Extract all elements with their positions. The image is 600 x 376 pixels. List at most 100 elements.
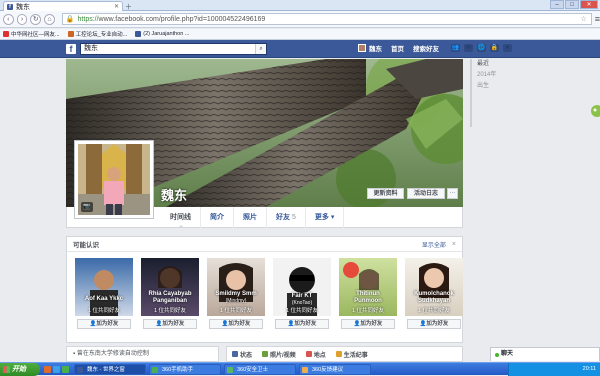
year-item[interactable]: 2014年 [477,70,515,81]
address-bar[interactable]: 🔒 https://www.facebook.com/profile.php?i… [61,13,592,25]
add-friend-button[interactable]: 👤加为好友 [143,319,197,329]
windows-taskbar: 开始 魏东 - 世界之窗 360手机助手 360安全卫士 360反馈建议 20:… [0,362,600,376]
phone-assistant-icon [152,367,158,373]
camera-icon[interactable]: 📷 [81,202,93,212]
tab-title: 魏东 [16,3,30,11]
home-icon[interactable]: ⌂ [44,13,55,25]
person-photo[interactable]: Fair KT (KnoTao) 1 位共同好友 [273,258,331,316]
profile-link[interactable]: 魏东 [358,43,382,53]
person-name[interactable]: Aof Kaa Ykkc [75,296,133,302]
bookmark-star-icon[interactable]: ☆ [580,15,586,23]
person-photo[interactable]: Aof Kaa Ykkc 1 位共同好友 [75,258,133,316]
mutual-friends[interactable]: 1 位共同好友 [141,306,199,314]
close-icon[interactable]: × [452,241,456,248]
tab-friends[interactable]: 好友 5 [267,207,306,228]
add-friend-button[interactable]: 👤加为好友 [275,319,329,329]
people-you-may-know: 可能认识 显示全部 × Aof Kaa Ykkc 1 位共同好友 👤加为好友 R… [66,236,463,343]
taskbar-item[interactable]: 360反馈建议 [299,364,371,375]
add-friend-button[interactable]: 👤加为好友 [407,319,461,329]
browser-menu-icon[interactable]: ≡ [595,14,600,24]
quicklaunch-icon[interactable] [62,366,69,373]
more-options-button[interactable]: ··· [447,188,458,199]
composer-photo-tab[interactable]: 照片/视频 [262,350,296,359]
notifications-icon[interactable]: 🌐 [477,44,486,52]
person-name-line2[interactable]: (Mindmy) [207,298,265,304]
start-button[interactable]: 开始 [0,363,40,376]
person-name-line2[interactable]: Sudkhayan [405,298,463,304]
bookmark-item[interactable]: 工控论坛_专业自动... [67,30,127,38]
feedback-icon [302,367,308,373]
taskbar-item[interactable]: 360手机助手 [149,364,221,375]
bookmark-item[interactable]: 中华网社区—网友... [3,30,60,38]
forward-icon[interactable]: › [16,13,28,25]
close-window-button[interactable]: ✕ [580,0,598,9]
privacy-lock-icon[interactable]: 🔒 [490,44,499,52]
activity-log-button[interactable]: 活动日志 [407,188,445,199]
mutual-friends[interactable]: 1 位共同好友 [273,306,331,314]
friend-requests-icon[interactable]: 👥 [451,44,460,52]
tab-more[interactable]: 更多 ▾ [306,207,345,228]
year-item[interactable]: 出生 [477,81,515,92]
person-card: Aof Kaa Ykkc 1 位共同好友 👤加为好友 [75,258,133,338]
security-guard-icon [227,367,233,373]
jewel-icons: 👥 ✉ 🌐 🔒 ▾ [451,44,512,52]
tab-photos[interactable]: 照片 [234,207,267,228]
browser-tab[interactable]: f 魏东 ✕ [3,1,123,11]
person-name[interactable]: Fair KT [273,293,331,299]
quicklaunch-icon[interactable] [44,366,51,373]
person-name-line2[interactable]: Panganiban [141,298,199,304]
minimize-button[interactable]: – [550,0,564,9]
refresh-icon[interactable]: ↻ [30,13,42,25]
desktop-widget-icon[interactable] [589,100,600,122]
person-photo[interactable]: Smildmy Smm (Mindmy) 1 位共同好友 [207,258,265,316]
find-friends-link[interactable]: 搜索好友 [413,43,439,53]
tab-timeline[interactable]: 时间线 [161,207,201,228]
person-card: Thitinun Punmoon 1 位共同好友 👤加为好友 [339,258,397,338]
facebook-logo-icon[interactable]: f [66,44,76,54]
search-icon[interactable]: ⌕ [255,44,266,54]
maximize-button[interactable]: □ [565,0,579,9]
see-all-link[interactable]: 显示全部 [422,240,446,249]
person-name[interactable]: Thitinun [339,291,397,297]
tray-clock[interactable]: 20:11 [583,366,596,372]
tab-friends-label: 好友 [276,214,290,221]
update-info-button[interactable]: 更新资料 [367,188,404,199]
taskbar-item[interactable]: 360安全卫士 [224,364,296,375]
home-link[interactable]: 首页 [391,43,404,53]
person-photo[interactable]: Kumolchanok Sudkhayan 1 位共同好友 [405,258,463,316]
add-friend-button[interactable]: 👤加为好友 [209,319,263,329]
mutual-friends[interactable]: 1 位共同好友 [405,306,463,314]
add-friend-button[interactable]: 👤加为好友 [341,319,395,329]
year-item[interactable]: 最近 [477,59,515,70]
taskbar-item[interactable]: 魏东 - 世界之窗 [74,364,146,375]
person-name[interactable]: Smildmy Smm [207,291,265,297]
chat-sidebar-bar[interactable]: 聊天 [490,347,600,361]
profile-tabs: 时间线 简介 照片 好友 5 更多 ▾ [161,207,345,228]
composer-status-tab[interactable]: 状态 [232,350,252,359]
composer-life-event-tab[interactable]: 生活纪事 [335,350,368,359]
friends-count: 5 [292,214,296,221]
person-photo[interactable]: Rhia Cayabyab Panganiban 1 位共同好友 [141,258,199,316]
person-name[interactable]: Rhia Cayabyab [141,291,199,297]
settings-icon[interactable]: ▾ [503,44,512,52]
person-name-line2[interactable]: Punmoon [339,298,397,304]
bookmark-item[interactable]: (2) Jaruajanthon ... [135,31,189,37]
mutual-friends[interactable]: 1 位共同好友 [339,306,397,314]
person-name[interactable]: Kumolchanok [405,291,463,297]
search-input[interactable]: 魏东 [80,43,267,55]
quicklaunch-icon[interactable] [53,366,60,373]
profile-picture[interactable]: 📷 [74,140,154,219]
person-photo[interactable]: Thitinun Punmoon 1 位共同好友 [339,258,397,316]
add-friend-button[interactable]: 👤加为好友 [77,319,131,329]
tab-close-icon[interactable]: ✕ [114,3,119,10]
browser-icon [77,367,83,373]
mutual-friends[interactable]: 1 位共同好友 [75,306,133,314]
composer-place-tab[interactable]: 地点 [305,350,326,359]
messages-icon[interactable]: ✉ [464,44,473,52]
person-card: Rhia Cayabyab Panganiban 1 位共同好友 👤加为好友 [141,258,199,338]
mutual-friends[interactable]: 1 位共同好友 [207,306,265,314]
tab-about[interactable]: 简介 [201,207,234,228]
intro-education-item: ▪ 曾在东南大学修读自动控制 [66,346,219,362]
lock-icon: 🔒 [65,16,75,23]
back-icon[interactable]: ‹ [3,13,14,25]
